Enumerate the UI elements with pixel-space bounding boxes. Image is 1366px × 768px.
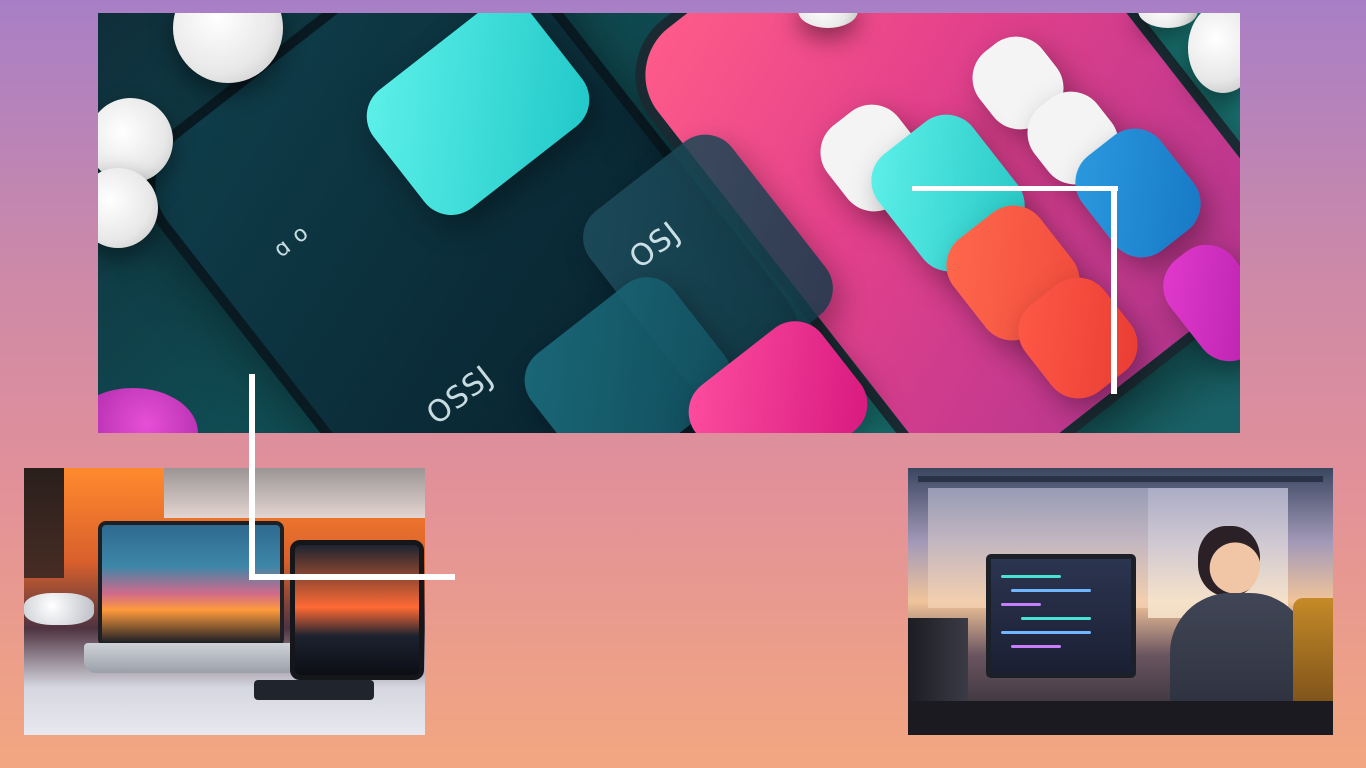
hero-image: OSSJ OSJ ɑ o bbox=[98, 13, 1240, 433]
round-button-decoration bbox=[1188, 13, 1240, 93]
speaker bbox=[24, 593, 94, 625]
pc-tower bbox=[908, 618, 968, 713]
color-blob bbox=[98, 388, 198, 433]
tablet bbox=[290, 540, 424, 680]
coding-illustration-photo bbox=[908, 468, 1333, 735]
shelf bbox=[164, 468, 425, 518]
code-line bbox=[1001, 631, 1091, 634]
workspace-photo bbox=[24, 468, 425, 735]
laptop-keyboard bbox=[84, 643, 299, 673]
monitor bbox=[986, 554, 1136, 678]
code-line bbox=[1001, 575, 1061, 578]
connector-line bbox=[1111, 186, 1117, 394]
code-line bbox=[1011, 589, 1091, 592]
lamp-silhouette bbox=[24, 468, 64, 578]
connector-line bbox=[249, 374, 255, 580]
laptop-screen bbox=[98, 521, 284, 647]
connector-line bbox=[912, 186, 1118, 191]
code-line bbox=[1001, 603, 1041, 606]
code-line bbox=[1011, 645, 1061, 648]
desk bbox=[908, 701, 1333, 735]
person-head bbox=[1198, 526, 1260, 596]
code-line bbox=[1021, 617, 1091, 620]
phone-on-desk bbox=[254, 680, 374, 700]
connector-line bbox=[249, 574, 455, 580]
